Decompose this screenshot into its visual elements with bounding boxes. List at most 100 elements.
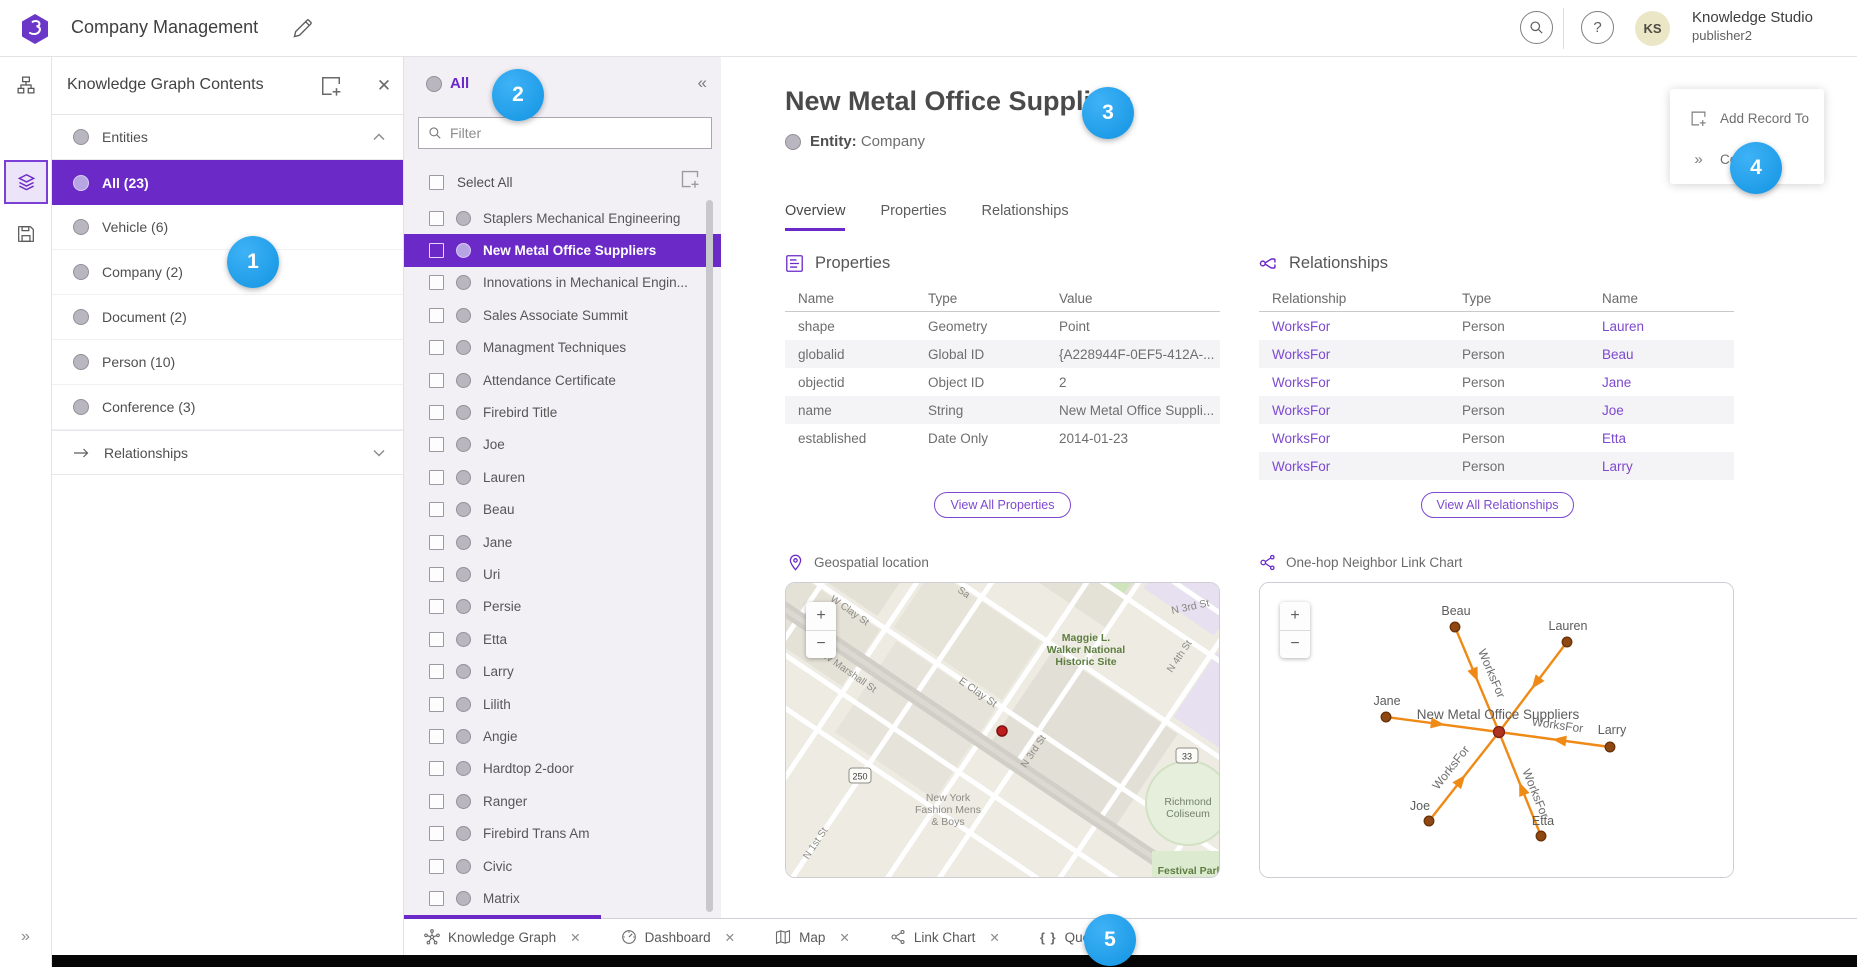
app-logo-icon[interactable] <box>19 13 51 45</box>
list-item[interactable]: Angie <box>404 720 721 752</box>
geospatial-map[interactable]: 25033 W Clay StSaN 3rd StMaggie L.Walker… <box>785 582 1220 878</box>
list-scrollbar[interactable] <box>706 200 713 912</box>
item-checkbox[interactable] <box>429 502 444 517</box>
bottom-tab-link-chart[interactable]: Link Chart✕ <box>870 919 1020 955</box>
tab-overview[interactable]: Overview <box>785 203 845 231</box>
entities-group-header[interactable]: Entities <box>52 115 403 160</box>
list-item[interactable]: Innovations in Mechanical Engin... <box>404 267 721 299</box>
list-item[interactable]: Beau <box>404 494 721 526</box>
list-item[interactable]: Firebird Title <box>404 396 721 428</box>
entity-type-document[interactable]: Document (2) <box>52 295 403 340</box>
avatar[interactable]: KS <box>1635 11 1670 46</box>
close-tab-icon[interactable]: ✕ <box>989 930 999 945</box>
table-cell-link[interactable]: Etta <box>1589 431 1734 446</box>
filter-input[interactable] <box>450 125 702 141</box>
zoom-in-button[interactable]: + <box>1280 602 1310 631</box>
entity-type-person[interactable]: Person (10) <box>52 340 403 385</box>
list-item[interactable]: Staplers Mechanical Engineering <box>404 202 721 234</box>
entity-list-title[interactable]: All <box>426 75 469 92</box>
close-panel-button[interactable]: ✕ <box>372 74 396 98</box>
item-checkbox[interactable] <box>429 664 444 679</box>
list-item[interactable]: Etta <box>404 623 721 655</box>
bottom-tab-map[interactable]: Map✕ <box>755 919 870 955</box>
table-cell-link[interactable]: WorksFor <box>1259 403 1449 418</box>
list-item[interactable]: Hardtop 2-door <box>404 753 721 785</box>
table-cell-link[interactable]: WorksFor <box>1259 319 1449 334</box>
zoom-out-button[interactable]: − <box>806 631 836 659</box>
entity-type-all[interactable]: All (23) <box>52 160 403 205</box>
close-tab-icon[interactable]: ✕ <box>570 930 580 945</box>
help-button[interactable]: ? <box>1581 11 1614 44</box>
item-checkbox[interactable] <box>429 243 444 258</box>
item-checkbox[interactable] <box>429 535 444 550</box>
tab-relationships[interactable]: Relationships <box>982 203 1069 231</box>
bottom-tab-knowledge-graph[interactable]: Knowledge Graph✕ <box>404 919 601 955</box>
record-location-marker[interactable] <box>997 726 1007 736</box>
item-checkbox[interactable] <box>429 697 444 712</box>
item-checkbox[interactable] <box>429 470 444 485</box>
item-checkbox[interactable] <box>429 211 444 226</box>
item-checkbox[interactable] <box>429 794 444 809</box>
add-record-to-menu-item[interactable]: Add Record To <box>1670 100 1824 136</box>
list-item[interactable]: New Metal Office Suppliers <box>404 234 721 266</box>
list-item[interactable]: Ranger <box>404 785 721 817</box>
list-item[interactable]: Jane <box>404 526 721 558</box>
item-checkbox[interactable] <box>429 761 444 776</box>
list-item[interactable]: Attendance Certificate <box>404 364 721 396</box>
link-chart-node[interactable] <box>1450 622 1460 632</box>
entity-type-vehicle[interactable]: Vehicle (6) <box>52 205 403 250</box>
add-record-icon[interactable] <box>680 169 700 189</box>
table-cell-link[interactable]: WorksFor <box>1259 375 1449 390</box>
list-item[interactable]: Uri <box>404 558 721 590</box>
item-checkbox[interactable] <box>429 859 444 874</box>
link-chart-node[interactable] <box>1536 831 1546 841</box>
item-checkbox[interactable] <box>429 405 444 420</box>
bottom-tab-dashboard[interactable]: Dashboard✕ <box>601 919 756 955</box>
item-checkbox[interactable] <box>429 340 444 355</box>
close-tab-icon[interactable]: ✕ <box>839 930 849 945</box>
item-checkbox[interactable] <box>429 891 444 906</box>
expand-rail-button[interactable]: » <box>8 925 44 949</box>
link-chart-node[interactable] <box>1494 727 1505 738</box>
link-chart-node[interactable] <box>1381 712 1391 722</box>
item-checkbox[interactable] <box>429 826 444 841</box>
search-button[interactable] <box>1520 11 1553 44</box>
zoom-out-button[interactable]: − <box>1280 631 1310 659</box>
table-cell-link[interactable]: Lauren <box>1589 319 1734 334</box>
list-item[interactable]: Matrix <box>404 882 721 914</box>
list-item[interactable]: Lilith <box>404 688 721 720</box>
close-tab-icon[interactable]: ✕ <box>725 930 735 945</box>
item-checkbox[interactable] <box>429 729 444 744</box>
table-cell-link[interactable]: Jane <box>1589 375 1734 390</box>
edit-title-pencil-icon[interactable] <box>291 18 313 40</box>
zoom-in-button[interactable]: + <box>806 602 836 631</box>
chevron-up-icon[interactable] <box>373 133 385 141</box>
item-checkbox[interactable] <box>429 437 444 452</box>
layers-button[interactable] <box>4 160 48 204</box>
list-item[interactable]: Joe <box>404 429 721 461</box>
data-model-button[interactable] <box>4 63 48 107</box>
select-all-checkbox[interactable] <box>429 175 444 190</box>
view-all-relationships-button[interactable]: View All Relationships <box>1421 492 1574 518</box>
add-to-new-button[interactable] <box>320 75 342 97</box>
table-cell-link[interactable]: WorksFor <box>1259 459 1449 474</box>
view-all-properties-button[interactable]: View All Properties <box>934 492 1071 518</box>
save-button[interactable] <box>4 212 48 256</box>
item-checkbox[interactable] <box>429 567 444 582</box>
collapse-panel-icon[interactable]: « <box>698 73 707 93</box>
tab-properties[interactable]: Properties <box>880 203 946 231</box>
one-hop-link-chart[interactable]: WorksForWorksForWorksForWorksForNew Meta… <box>1259 582 1734 878</box>
item-checkbox[interactable] <box>429 308 444 323</box>
table-cell-link[interactable]: Beau <box>1589 347 1734 362</box>
table-cell-link[interactable]: Larry <box>1589 459 1734 474</box>
list-item[interactable]: Persie <box>404 591 721 623</box>
list-item[interactable]: Firebird Trans Am <box>404 817 721 849</box>
item-checkbox[interactable] <box>429 599 444 614</box>
entity-type-conference[interactable]: Conference (3) <box>52 385 403 430</box>
list-item[interactable]: Managment Techniques <box>404 332 721 364</box>
chevron-down-icon[interactable] <box>373 449 385 457</box>
table-cell-link[interactable]: Joe <box>1589 403 1734 418</box>
list-item[interactable]: Sales Associate Summit <box>404 299 721 331</box>
relationships-group-header[interactable]: Relationships <box>52 430 403 475</box>
table-cell-link[interactable]: WorksFor <box>1259 347 1449 362</box>
